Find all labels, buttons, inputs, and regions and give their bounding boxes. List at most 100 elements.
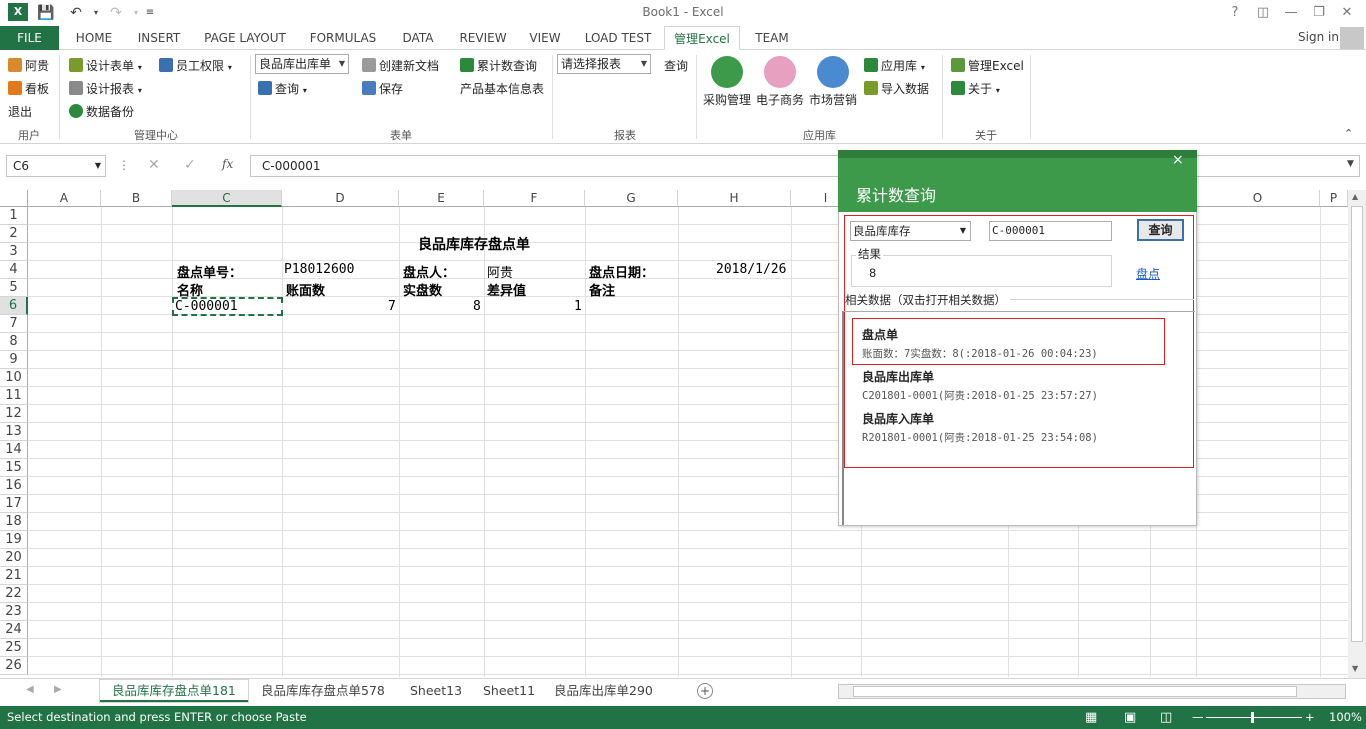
save-icon[interactable]: 💾 xyxy=(36,3,56,23)
tab-page-layout[interactable]: PAGE LAYOUT xyxy=(196,26,294,50)
row-header[interactable]: 25 xyxy=(0,639,28,657)
tab-manage-excel[interactable]: 管理Excel xyxy=(664,26,740,50)
about-button[interactable]: 关于 ▾ xyxy=(951,80,1000,97)
normal-view-icon[interactable]: ▦ xyxy=(1085,706,1097,729)
related-item-title[interactable]: 盘点单 xyxy=(862,326,898,343)
row-header[interactable]: 15 xyxy=(0,459,28,477)
row-header[interactable]: 23 xyxy=(0,603,28,621)
zoom-slider-thumb[interactable] xyxy=(1251,712,1254,723)
horizontal-scrollbar[interactable] xyxy=(838,684,1346,699)
avatar[interactable] xyxy=(1340,27,1364,49)
warehouse-select[interactable]: 良品库库存 ▼ xyxy=(850,221,971,241)
row-header[interactable]: 24 xyxy=(0,621,28,639)
column-header[interactable]: D xyxy=(282,190,399,207)
cell-d4[interactable]: P18012600 xyxy=(284,262,354,277)
column-header[interactable]: C xyxy=(172,190,282,207)
cell-e4[interactable]: 盘点人： xyxy=(403,262,455,281)
row-header[interactable]: 10 xyxy=(0,369,28,387)
logout-button[interactable]: 退出 xyxy=(8,103,32,120)
app-library-button[interactable]: 应用库 ▾ xyxy=(864,57,925,74)
row-header[interactable]: 7 xyxy=(0,315,28,333)
cell-g4[interactable]: 盘点日期： xyxy=(589,262,654,281)
row-header[interactable]: 2 xyxy=(0,225,28,243)
scroll-down-icon[interactable]: ▼ xyxy=(1352,664,1358,673)
cell-c4[interactable]: 盘点单号： xyxy=(177,262,242,281)
row-header[interactable]: 19 xyxy=(0,531,28,549)
column-header[interactable]: B xyxy=(101,190,172,207)
row-header[interactable]: 16 xyxy=(0,477,28,495)
cell-f5[interactable]: 差异值 xyxy=(487,280,526,299)
tab-load-test[interactable]: LOAD TEST xyxy=(576,26,660,50)
tab-team[interactable]: TEAM xyxy=(746,26,798,50)
row-header[interactable]: 17 xyxy=(0,495,28,513)
sheet-tab[interactable]: 良品库库存盘点单181 xyxy=(100,680,248,702)
stocktake-link[interactable]: 盘点 xyxy=(1136,265,1160,282)
cell-h4[interactable]: 2018/1/26 xyxy=(716,262,786,277)
row-header[interactable]: 3 xyxy=(0,243,28,261)
column-header[interactable]: E xyxy=(399,190,484,207)
cell-d6[interactable]: 7 xyxy=(388,299,396,314)
tab-formulas[interactable]: FORMULAS xyxy=(302,26,384,50)
sign-in-link[interactable]: Sign in xyxy=(1298,30,1339,44)
manage-excel-button[interactable]: 管理Excel xyxy=(951,57,1024,74)
cell-f6[interactable]: 1 xyxy=(574,299,582,314)
cell-c6[interactable]: C-000001 xyxy=(175,299,238,314)
page-break-view-icon[interactable]: ◫ xyxy=(1160,706,1172,729)
cell-d5[interactable]: 账面数 xyxy=(286,280,325,299)
related-item-detail[interactable]: R201801-0001(阿贵:2018-01-25 23:54:08) xyxy=(862,430,1098,445)
redo-icon[interactable]: ↷ xyxy=(106,3,126,23)
dialog-query-button[interactable]: 查询 xyxy=(1137,219,1184,241)
minimize-icon[interactable]: — xyxy=(1278,3,1304,23)
related-item-title[interactable]: 良品库出库单 xyxy=(862,368,934,385)
related-item-title[interactable]: 良品库入库单 xyxy=(862,410,934,427)
zoom-in-icon[interactable]: + xyxy=(1305,706,1315,729)
name-box[interactable]: C6 ▼ xyxy=(6,155,106,177)
marketing-button[interactable]: 市场营销 xyxy=(809,91,857,108)
restore-icon[interactable]: ❐ xyxy=(1306,3,1332,23)
report-query-button[interactable]: 查询 xyxy=(664,57,688,74)
ribbon-display-icon[interactable]: ◫ xyxy=(1250,3,1276,23)
scroll-up-icon[interactable]: ▲ xyxy=(1352,192,1358,201)
product-info-button[interactable]: 产品基本信息表 xyxy=(460,80,544,97)
select-all-corner[interactable] xyxy=(0,190,28,207)
scroll-thumb[interactable] xyxy=(1351,206,1363,642)
row-header[interactable]: 4 xyxy=(0,261,28,279)
undo-dropdown-icon[interactable]: ▾ xyxy=(86,3,106,23)
sheet-tab[interactable]: Sheet11 xyxy=(483,680,535,702)
sheet-tab[interactable]: 良品库库存盘点单578 xyxy=(261,680,385,702)
column-header[interactable]: H xyxy=(678,190,791,207)
collapse-ribbon-icon[interactable]: ⌃ xyxy=(1344,127,1353,140)
report-select[interactable]: 请选择报表 ▼ xyxy=(557,54,651,74)
next-sheet-icon[interactable]: ▶ xyxy=(54,684,62,695)
zoom-out-icon[interactable]: — xyxy=(1192,706,1204,729)
related-item-detail[interactable]: C201801-0001(阿贵:2018-01-25 23:57:27) xyxy=(862,388,1098,403)
cancel-icon[interactable]: ✕ xyxy=(148,157,160,173)
h-scroll-thumb[interactable] xyxy=(853,686,1297,697)
query-button[interactable]: 查询 ▾ xyxy=(258,80,307,97)
cell-e6[interactable]: 8 xyxy=(473,299,481,314)
column-header[interactable]: A xyxy=(28,190,101,207)
purchase-button[interactable]: 采购管理 xyxy=(703,91,751,108)
row-header[interactable]: 1 xyxy=(0,207,28,225)
row-header[interactable]: 22 xyxy=(0,585,28,603)
design-report-button[interactable]: 设计报表 ▾ xyxy=(69,80,142,97)
row-header[interactable]: 14 xyxy=(0,441,28,459)
row-header[interactable]: 5 xyxy=(0,279,28,297)
column-header[interactable]: O xyxy=(1196,190,1320,207)
zoom-level[interactable]: 100% xyxy=(1329,706,1362,729)
column-header[interactable]: F xyxy=(484,190,585,207)
vertical-scrollbar[interactable]: ▲ ▼ xyxy=(1348,190,1366,678)
expand-formula-icon[interactable]: ▼ xyxy=(1347,159,1354,169)
row-header[interactable]: 18 xyxy=(0,513,28,531)
row-header[interactable]: 21 xyxy=(0,567,28,585)
row-header[interactable]: 6 xyxy=(0,297,28,315)
row-header[interactable]: 13 xyxy=(0,423,28,441)
column-header[interactable]: G xyxy=(585,190,678,207)
help-icon[interactable]: ? xyxy=(1222,3,1248,23)
prev-sheet-icon[interactable]: ◀ xyxy=(26,684,34,695)
enter-icon[interactable]: ✓ xyxy=(184,157,196,173)
tab-data[interactable]: DATA xyxy=(392,26,444,50)
sheet-tab[interactable]: 良品库出库单290 xyxy=(554,680,653,702)
code-input[interactable]: C-000001 xyxy=(989,221,1112,241)
row-header[interactable]: 11 xyxy=(0,387,28,405)
